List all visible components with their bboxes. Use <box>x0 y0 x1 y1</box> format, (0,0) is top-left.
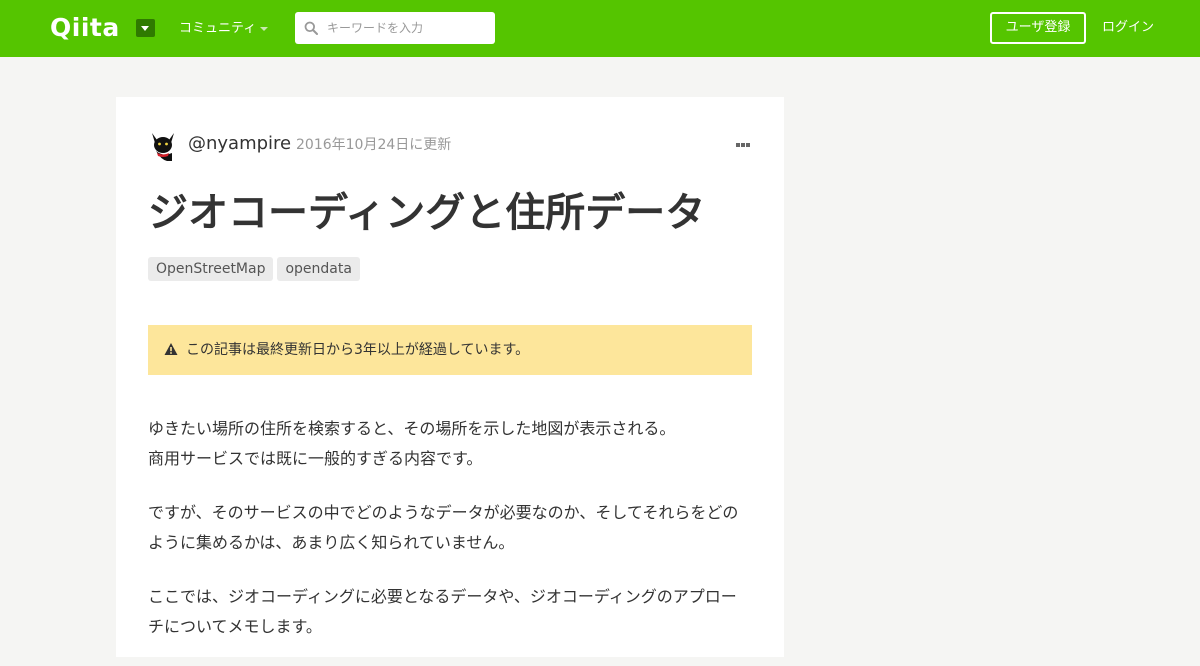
service-menu-button[interactable] <box>136 19 155 37</box>
article-title: ジオコーディングと住所データ <box>148 190 706 236</box>
paragraph-line: チについてメモします。 <box>148 617 322 636</box>
search-icon <box>304 21 318 35</box>
tag-list: OpenStreetMap opendata <box>148 257 364 281</box>
article-body: ゆきたい場所の住所を検索すると、その場所を示した地図が表示される。 商用サービス… <box>148 414 752 666</box>
signup-button[interactable]: ユーザ登録 <box>990 12 1086 44</box>
more-options-icon[interactable] <box>736 143 752 149</box>
paragraph-line: ですが、そのサービスの中でどのようなデータが必要なのか、そしてそれらをどの <box>148 503 739 522</box>
chevron-down-icon <box>260 27 268 31</box>
caret-down-icon <box>141 26 149 31</box>
tag-openstreetmap[interactable]: OpenStreetMap <box>148 257 274 281</box>
article-card: @nyampire 2016年10月24日に更新 ジオコーディングと住所データ … <box>116 97 784 657</box>
tag-opendata[interactable]: opendata <box>277 257 360 281</box>
paragraph-line: ここでは、ジオコーディングに必要となるデータや、ジオコーディングのアプロー <box>148 587 737 606</box>
avatar[interactable] <box>148 129 178 161</box>
search-input[interactable] <box>327 12 487 44</box>
top-navbar: Qiita コミュニティ ユーザ登録 ログイン <box>0 0 1200 57</box>
paragraph-line: 商用サービスでは既に一般的すぎる内容です。 <box>148 449 483 468</box>
author-username[interactable]: @nyampire <box>188 132 291 156</box>
paragraph: ゆきたい場所の住所を検索すると、その場所を示した地図が表示される。 商用サービス… <box>148 414 752 474</box>
paragraph-line: ゆきたい場所の住所を検索すると、その場所を示した地図が表示される。 <box>148 419 676 438</box>
paragraph: ですが、そのサービスの中でどのようなデータが必要なのか、そしてそれらをどの よう… <box>148 498 752 558</box>
paragraph-line: ように集めるかは、あまり広く知られていません。 <box>148 533 515 552</box>
login-link[interactable]: ログイン <box>1102 19 1154 37</box>
qiita-logo[interactable]: Qiita <box>50 13 120 43</box>
outdated-alert: この記事は最終更新日から3年以上が経過しています。 <box>148 325 752 375</box>
search-box[interactable] <box>295 12 495 44</box>
warning-icon <box>164 343 178 355</box>
community-menu[interactable]: コミュニティ <box>179 20 256 38</box>
updated-date: 2016年10月24日に更新 <box>296 137 452 153</box>
paragraph: ここでは、ジオコーディングに必要となるデータや、ジオコーディングのアプロー チに… <box>148 582 752 642</box>
alert-text: この記事は最終更新日から3年以上が経過しています。 <box>186 342 530 358</box>
